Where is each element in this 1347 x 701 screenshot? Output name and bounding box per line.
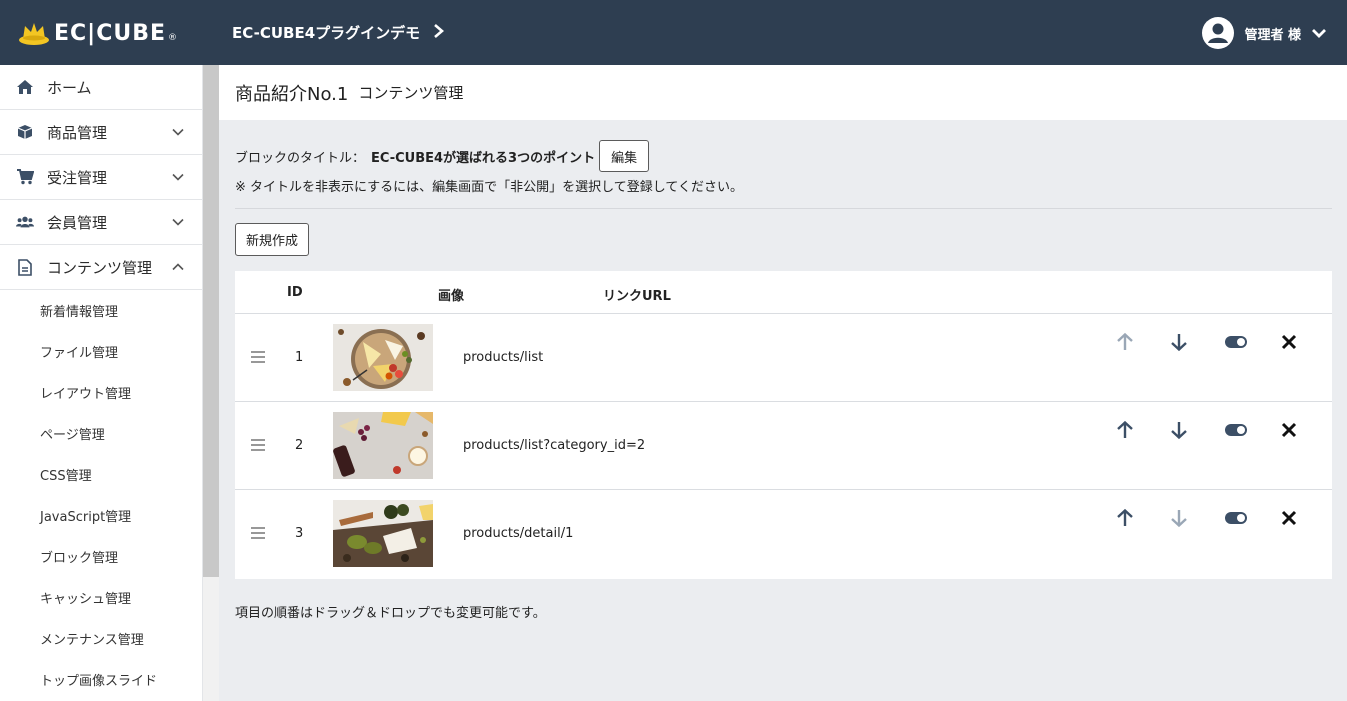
logo-text: EC|CUBE bbox=[54, 20, 167, 46]
sidebar-subitem-cache[interactable]: キャッシュ管理 bbox=[0, 577, 202, 618]
column-header-url: リンクURL bbox=[603, 289, 671, 304]
page-subtitle: コンテンツ管理 bbox=[358, 84, 464, 102]
chevron-right-icon[interactable] bbox=[432, 21, 446, 41]
users-icon bbox=[16, 213, 34, 231]
content-table: ID 画像 リンクURL 1 products/list 2 products/… bbox=[235, 271, 1332, 579]
sidebar-subitem-layout[interactable]: レイアウト管理 bbox=[0, 372, 202, 413]
cheese-platter-image bbox=[333, 324, 433, 391]
move-up-icon[interactable] bbox=[1115, 420, 1135, 440]
toggle-visibility-icon[interactable] bbox=[1224, 508, 1248, 528]
drag-drop-note: 項目の順番はドラッグ＆ドロップでも変更可能です。 bbox=[235, 606, 546, 621]
chevron-down-icon bbox=[172, 173, 184, 181]
sidebar-subitem-css[interactable]: CSS管理 bbox=[0, 454, 202, 495]
sidebar-item-contents[interactable]: コンテンツ管理 bbox=[0, 245, 202, 290]
sidebar-subitem-news[interactable]: 新着情報管理 bbox=[0, 290, 202, 331]
crown-logo-icon bbox=[19, 23, 49, 45]
box-icon bbox=[16, 123, 34, 141]
user-menu[interactable]: 管理者 様 bbox=[1202, 17, 1327, 49]
move-down-icon[interactable] bbox=[1169, 420, 1189, 440]
row-id: 3 bbox=[295, 526, 304, 541]
sidebar-item-orders[interactable]: 受注管理 bbox=[0, 155, 202, 200]
chevron-down-icon bbox=[172, 128, 184, 136]
drag-handle-icon[interactable] bbox=[251, 351, 265, 363]
move-up-icon[interactable] bbox=[1115, 332, 1135, 352]
row-id: 1 bbox=[295, 350, 304, 365]
user-avatar-icon bbox=[1202, 17, 1235, 49]
toggle-visibility-icon[interactable] bbox=[1224, 332, 1248, 352]
delete-icon[interactable] bbox=[1279, 332, 1299, 352]
move-down-icon[interactable] bbox=[1169, 508, 1189, 528]
new-create-button[interactable]: 新規作成 bbox=[235, 223, 310, 256]
sidebar-item-members[interactable]: 会員管理 bbox=[0, 200, 202, 245]
user-name: 管理者 様 bbox=[1244, 27, 1301, 43]
divider bbox=[235, 208, 1332, 209]
chevron-up-icon bbox=[172, 263, 184, 271]
cart-icon bbox=[16, 168, 34, 186]
sidebar-item-label: ホーム bbox=[47, 78, 92, 97]
delete-icon[interactable] bbox=[1279, 420, 1299, 440]
edit-button[interactable]: 編集 bbox=[599, 140, 650, 172]
row-url: products/list bbox=[463, 350, 544, 365]
block-title-label: ブロックのタイトル： bbox=[235, 150, 366, 166]
shop-name-link[interactable]: EC-CUBE4プラグインデモ bbox=[232, 22, 420, 43]
drag-handle-icon[interactable] bbox=[251, 439, 265, 451]
row-url: products/list?category_id=2 bbox=[463, 438, 646, 453]
page-header: 商品紹介No.1 コンテンツ管理 bbox=[219, 65, 1347, 120]
move-up-icon[interactable] bbox=[1115, 508, 1135, 528]
chevron-down-icon[interactable] bbox=[1311, 27, 1327, 39]
block-title-row: ブロックのタイトル： EC-CUBE4が選ばれる3つのポイント 編集 bbox=[235, 140, 650, 172]
sidebar-subitem-javascript[interactable]: JavaScript管理 bbox=[0, 495, 202, 536]
sidebar-subitem-maintenance[interactable]: メンテナンス管理 bbox=[0, 618, 202, 659]
sidebar-subitem-files[interactable]: ファイル管理 bbox=[0, 331, 202, 372]
table-row[interactable]: 1 products/list bbox=[235, 314, 1332, 402]
move-down-icon[interactable] bbox=[1169, 332, 1189, 352]
olives-cheese-image bbox=[333, 500, 433, 567]
sidebar-item-label: 商品管理 bbox=[47, 123, 108, 142]
ec-cube-logo[interactable]: EC|CUBE ® bbox=[18, 20, 177, 46]
sidebar-subitem-pages[interactable]: ページ管理 bbox=[0, 413, 202, 454]
table-row[interactable]: 3 products/detail/1 bbox=[235, 490, 1332, 578]
file-icon bbox=[16, 258, 34, 276]
drag-handle-icon[interactable] bbox=[251, 527, 265, 539]
sidebar-item-home[interactable]: ホーム bbox=[0, 65, 202, 110]
sidebar-scrollbar[interactable] bbox=[203, 65, 219, 701]
scrollbar-thumb[interactable] bbox=[203, 65, 219, 577]
title-hide-note: ※ タイトルを非表示にするには、編集画面で「非公開」を選択して登録してください。 bbox=[235, 180, 743, 195]
sidebar-nav: ホーム 商品管理 受注管理 会員管理 コンテンツ管理 新着情報管理 ファイル管理… bbox=[0, 65, 203, 701]
main-content: 商品紹介No.1 コンテンツ管理 ブロックのタイトル： EC-CUBE4が選ばれ… bbox=[219, 65, 1347, 701]
toggle-visibility-icon[interactable] bbox=[1224, 420, 1248, 440]
table-row[interactable]: 2 products/list?category_id=2 bbox=[235, 402, 1332, 490]
sidebar-item-label: 会員管理 bbox=[47, 213, 108, 232]
column-header-image: 画像 bbox=[438, 289, 465, 304]
delete-icon[interactable] bbox=[1279, 508, 1299, 528]
row-id: 2 bbox=[295, 438, 304, 453]
sidebar-subitem-blocks[interactable]: ブロック管理 bbox=[0, 536, 202, 577]
top-header: EC|CUBE ® EC-CUBE4プラグインデモ 管理者 様 bbox=[0, 0, 1347, 65]
row-url: products/detail/1 bbox=[463, 526, 574, 541]
sidebar-subitem-top-slider[interactable]: トップ画像スライド bbox=[0, 659, 202, 700]
chevron-down-icon bbox=[172, 218, 184, 226]
logo-registered-mark: ® bbox=[168, 33, 178, 43]
table-header: ID 画像 リンクURL bbox=[235, 271, 1332, 314]
sidebar-item-label: 受注管理 bbox=[47, 168, 108, 187]
page-title: 商品紹介No.1 bbox=[235, 83, 349, 105]
block-title-value: EC-CUBE4が選ばれる3つのポイント bbox=[371, 150, 596, 166]
sidebar-item-products[interactable]: 商品管理 bbox=[0, 110, 202, 155]
column-header-id: ID bbox=[287, 285, 303, 300]
wine-cheese-image bbox=[333, 412, 433, 479]
sidebar-item-label: コンテンツ管理 bbox=[47, 258, 153, 277]
home-icon bbox=[16, 78, 34, 96]
